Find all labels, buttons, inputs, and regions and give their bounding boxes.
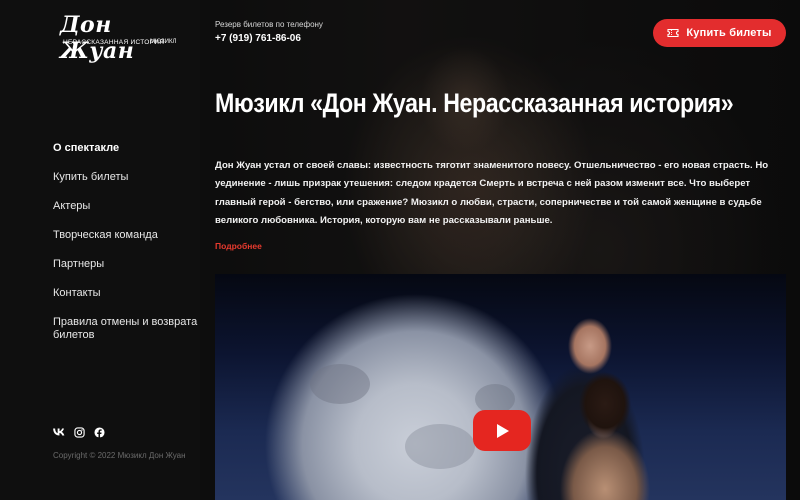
video-performer-female bbox=[545, 364, 665, 500]
copyright: Copyright © 2022 Мюзикл Дон Жуан bbox=[53, 451, 186, 460]
sidebar-item-creative-team[interactable]: Творческая команда bbox=[53, 229, 198, 242]
video-player[interactable] bbox=[215, 274, 786, 500]
sidebar-item-contacts[interactable]: Контакты bbox=[53, 287, 198, 300]
social-links bbox=[53, 426, 105, 438]
show-description: Дон Жуан устал от своей славы: известнос… bbox=[215, 160, 769, 227]
ticket-icon bbox=[667, 28, 679, 38]
logo[interactable]: Дон Жуан НЕРАССКАЗАННАЯ ИСТОРИЯ МЮЗИКЛ bbox=[60, 12, 178, 64]
sidebar: Дон Жуан НЕРАССКАЗАННАЯ ИСТОРИЯ МЮЗИКЛ О… bbox=[0, 0, 200, 500]
logo-tag: МЮЗИКЛ bbox=[150, 39, 177, 45]
play-icon bbox=[497, 423, 509, 438]
sidebar-item-buy-tickets[interactable]: Купить билеты bbox=[53, 171, 198, 184]
play-button[interactable] bbox=[473, 410, 531, 451]
moon-detail bbox=[405, 424, 475, 469]
sidebar-item-about[interactable]: О спектакле bbox=[53, 142, 198, 155]
facebook-icon[interactable] bbox=[93, 426, 105, 438]
sidebar-item-actors[interactable]: Актеры bbox=[53, 200, 198, 213]
sidebar-item-partners[interactable]: Партнеры bbox=[53, 258, 198, 271]
buy-tickets-button[interactable]: Купить билеты bbox=[653, 19, 786, 47]
logo-title: Дон Жуан bbox=[60, 12, 135, 64]
buy-tickets-label: Купить билеты bbox=[686, 27, 772, 39]
sidebar-item-refund-rules[interactable]: Правила отмены и возврата билетов bbox=[53, 316, 198, 342]
sidebar-nav: О спектакле Купить билеты Актеры Творчес… bbox=[53, 142, 198, 342]
phone-caption: Резерв билетов по телефону bbox=[215, 20, 323, 29]
vk-icon[interactable] bbox=[53, 426, 65, 438]
phone-number-link[interactable]: +7 (919) 761-86-06 bbox=[215, 33, 301, 44]
moon-detail bbox=[310, 364, 370, 404]
read-more-link[interactable]: Подробнее bbox=[215, 241, 262, 251]
page-title: Мюзикл «Дон Жуан. Нерассказанная история… bbox=[215, 88, 734, 118]
instagram-icon[interactable] bbox=[73, 426, 85, 438]
